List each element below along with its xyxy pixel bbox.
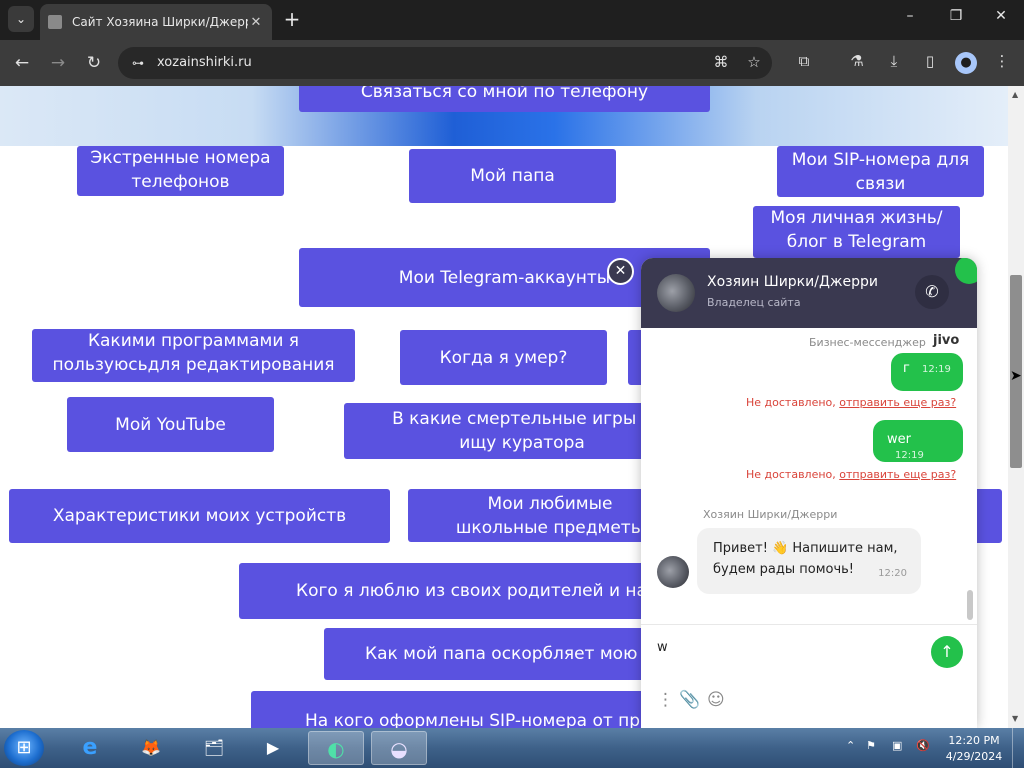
side-panel-icon[interactable]: ▯ bbox=[918, 52, 942, 70]
back-arrow-icon[interactable]: ← bbox=[11, 52, 33, 74]
close-window-button[interactable]: ✕ bbox=[986, 8, 1016, 24]
tab-search-chevron-down-icon[interactable]: ⌄ bbox=[8, 6, 34, 32]
translate-icon[interactable]: ⌘ bbox=[710, 53, 732, 71]
site-info-icon[interactable]: ⊶ bbox=[130, 55, 146, 71]
firefox-icon[interactable]: 🦊 bbox=[123, 731, 179, 765]
minimize-button[interactable]: – bbox=[895, 8, 925, 24]
jivo-logo[interactable]: jivo bbox=[933, 333, 959, 348]
app2-icon[interactable]: ◒ bbox=[371, 731, 427, 765]
media-player-icon[interactable]: ▶ bbox=[245, 731, 301, 765]
message-time: 12:19 bbox=[895, 450, 924, 461]
outgoing-message: wer 12:19 bbox=[873, 420, 963, 462]
close-chat-icon[interactable]: ✕ bbox=[607, 258, 634, 285]
taskbar-clock[interactable]: 12:20 PM 4/29/2024 bbox=[942, 733, 1006, 765]
emergency-numbers-button[interactable]: Экстренные номера телефонов bbox=[77, 146, 284, 196]
tab-close-icon[interactable]: ✕ bbox=[248, 15, 264, 30]
parents-love-button[interactable]: Кого я люблю из своих родителей и наско bbox=[239, 563, 659, 619]
scroll-down-icon[interactable]: ▼ bbox=[1012, 714, 1018, 723]
delivery-failed-text: Не доставлено, bbox=[746, 396, 836, 409]
deadly-games-button[interactable]: В какие смертельные игры я ищу куратора bbox=[344, 403, 664, 459]
sip-owners-button[interactable]: На кого оформлены SIP-номера от пров bbox=[251, 691, 661, 728]
operator-name: Хозяин Ширки/Джерри bbox=[707, 274, 878, 290]
delivery-failed: Не доставлено, отправить еще раз? bbox=[746, 468, 956, 481]
dad-insults-button[interactable]: Как мой папа оскорбляет мою ма bbox=[324, 628, 654, 680]
incoming-message-text: Привет! 👋 Напишите нам, будем рады помоч… bbox=[713, 541, 898, 577]
send-arrow-icon[interactable]: ↑ bbox=[931, 636, 963, 668]
message-text: г bbox=[903, 361, 910, 376]
new-tab-button[interactable]: + bbox=[282, 8, 302, 30]
my-youtube-button[interactable]: Мой YouTube bbox=[67, 397, 274, 452]
clock-time: 12:20 PM bbox=[948, 734, 1000, 747]
bookmark-star-icon[interactable]: ☆ bbox=[743, 53, 765, 71]
operator-avatar bbox=[657, 274, 695, 312]
clock-date: 4/29/2024 bbox=[945, 750, 1003, 763]
chat-message-input[interactable]: w bbox=[657, 640, 668, 655]
business-messenger-label: Бизнес-мессенджер bbox=[809, 336, 926, 349]
delivery-failed-text: Не доставлено, bbox=[746, 468, 836, 481]
operator-role: Владелец сайта bbox=[707, 296, 801, 309]
chat-widget: Хозяин Ширки/Джерри Владелец сайта ✆ Биз… bbox=[641, 258, 977, 728]
blog-telegram-button[interactable]: Моя личная жизнь/блог в Telegram bbox=[753, 206, 960, 258]
retry-send-link[interactable]: отправить еще раз? bbox=[839, 468, 956, 481]
emoji-icon[interactable]: ☺ bbox=[707, 690, 725, 710]
my-dad-button[interactable]: Мой папа bbox=[409, 149, 616, 203]
tab-favicon-icon bbox=[48, 15, 62, 29]
reload-icon[interactable]: ↻ bbox=[83, 52, 105, 74]
start-button[interactable]: ⊞ bbox=[4, 730, 44, 766]
mouse-cursor-icon: ➤ bbox=[1010, 368, 1022, 384]
url-text[interactable]: xozainshirki.ru bbox=[157, 55, 252, 70]
scroll-up-icon[interactable]: ▲ bbox=[1012, 90, 1018, 99]
incoming-message-time: 12:20 bbox=[878, 568, 907, 579]
more-options-icon[interactable]: ⋮ bbox=[657, 690, 674, 710]
device-specs-button[interactable]: Характеристики моих устройств bbox=[9, 489, 390, 543]
downloads-icon[interactable]: ⤓ bbox=[882, 52, 906, 70]
action-center-flag-icon[interactable]: ⚑ bbox=[866, 739, 876, 752]
maximize-button[interactable]: ❐ bbox=[941, 8, 971, 24]
ie-icon[interactable]: e bbox=[62, 731, 118, 765]
profile-avatar-icon[interactable]: ● bbox=[955, 52, 977, 74]
labs-flask-icon[interactable]: ⚗ bbox=[845, 52, 869, 70]
school-subjects-button[interactable]: Мои любимые школьные предметы bbox=[408, 489, 658, 542]
programs-button[interactable]: Какими программами я пользуюсьдля редакт… bbox=[32, 329, 355, 382]
message-text: wer bbox=[887, 432, 911, 447]
app-icon[interactable]: ◐ bbox=[308, 731, 364, 765]
show-desktop-button[interactable] bbox=[1012, 728, 1024, 768]
menu-kebab-icon[interactable]: ⋮ bbox=[990, 52, 1014, 70]
when-i-died-button[interactable]: Когда я умер? bbox=[400, 330, 607, 385]
network-icon[interactable]: ▣ bbox=[892, 739, 902, 752]
outgoing-message: г 12:19 bbox=[891, 353, 963, 391]
phone-call-icon[interactable]: ✆ bbox=[915, 275, 949, 309]
message-time: 12:19 bbox=[921, 364, 951, 375]
incoming-sender-name: Хозяин Ширки/Джерри bbox=[703, 508, 838, 521]
attach-paperclip-icon[interactable]: 📎 bbox=[679, 690, 700, 710]
show-hidden-icons-icon[interactable]: ⌃ bbox=[846, 739, 855, 752]
extensions-icon[interactable]: ⧉ bbox=[792, 52, 816, 70]
delivery-failed: Не доставлено, отправить еще раз? bbox=[746, 396, 956, 409]
chat-header: Хозяин Ширки/Джерри Владелец сайта ✆ bbox=[641, 258, 977, 328]
chat-divider bbox=[641, 624, 977, 625]
retry-send-link[interactable]: отправить еще раз? bbox=[839, 396, 956, 409]
sip-numbers-button[interactable]: Мои SIP-номера для связи bbox=[777, 146, 984, 197]
explorer-icon[interactable]: 🗂 bbox=[186, 731, 242, 765]
forward-arrow-icon[interactable]: → bbox=[47, 52, 69, 74]
volume-muted-icon[interactable]: 🔇 bbox=[916, 739, 930, 752]
chat-scrollbar[interactable] bbox=[967, 590, 973, 620]
online-status-indicator bbox=[955, 258, 977, 284]
call-me-button[interactable]: Связаться со мной по телефону bbox=[299, 86, 710, 112]
tab-title: Сайт Хозяина Ширки/Джерри bbox=[72, 15, 248, 29]
incoming-message: Привет! 👋 Напишите нам, будем рады помоч… bbox=[697, 528, 921, 594]
incoming-avatar bbox=[657, 556, 689, 588]
tab-active[interactable]: Сайт Хозяина Ширки/Джерри ✕ bbox=[40, 4, 272, 40]
